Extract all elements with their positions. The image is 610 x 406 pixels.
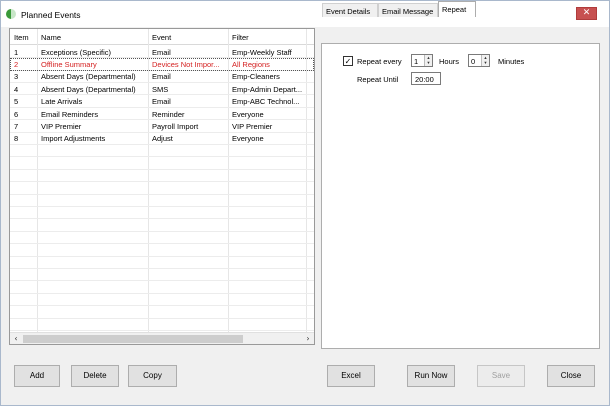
cell-filter: Emp-Admin Depart...	[232, 84, 303, 94]
cell-filter: Emp-Weekly Staff	[232, 47, 292, 57]
column-header-event[interactable]: Event	[152, 33, 171, 42]
table-row[interactable]: 4 Absent Days (Departmental) SMS Emp-Admin …	[10, 83, 314, 96]
cell-name: Exceptions (Specific)	[41, 47, 112, 57]
cell-event: Email	[152, 47, 171, 57]
hours-label: Hours	[439, 57, 460, 66]
grid-header: Item Name Event Filter	[10, 29, 314, 45]
empty-row	[10, 257, 314, 270]
empty-row	[10, 207, 314, 220]
table-row[interactable]: 2 Offline Summary Devices Not Impor... All …	[10, 58, 314, 71]
minutes-value: 0	[471, 56, 476, 66]
delete-button[interactable]: Delete	[71, 365, 119, 387]
tab-email-message[interactable]: Email Message	[378, 3, 438, 17]
empty-row	[10, 158, 314, 170]
leaf-icon	[6, 9, 16, 19]
cell-name: Email Reminders	[41, 109, 99, 119]
cell-filter: Emp-Cleaners	[232, 72, 280, 82]
table-row[interactable]: 5 Late Arrivals Email Emp-ABC Technol...	[10, 96, 314, 108]
cell-event: Reminder	[152, 109, 185, 119]
scroll-right-icon[interactable]: ›	[302, 333, 314, 344]
window-title: Planned Events	[21, 10, 81, 20]
save-button[interactable]: Save	[477, 365, 525, 387]
tab-event-details[interactable]: Event Details	[322, 3, 378, 17]
empty-row	[10, 232, 314, 245]
empty-row	[10, 182, 314, 195]
cell-filter: Everyone	[232, 134, 264, 144]
cell-event: Email	[152, 72, 171, 82]
cell-filter: Emp-ABC Technol...	[232, 97, 300, 107]
empty-row	[10, 269, 314, 282]
empty-row	[10, 244, 314, 257]
scroll-left-icon[interactable]: ‹	[10, 333, 22, 344]
hours-stepper[interactable]: 1 ▲ ▼	[411, 54, 433, 67]
repeat-until-input[interactable]: 20:00	[411, 72, 441, 85]
cell-event: Payroll Import	[152, 121, 199, 131]
cell-name: Absent Days (Departmental)	[41, 84, 136, 94]
cell-name: Late Arrivals	[41, 97, 83, 107]
empty-row	[10, 294, 314, 307]
repeat-until-label: Repeat Until	[357, 75, 399, 84]
close-button[interactable]: Close	[547, 365, 595, 387]
empty-row	[10, 319, 314, 332]
cell-item: 5	[14, 97, 19, 107]
cell-name: Import Adjustments	[41, 134, 106, 144]
column-header-item[interactable]: Item	[14, 33, 29, 42]
cell-item: 1	[14, 47, 19, 57]
cell-item: 3	[14, 72, 19, 82]
title-bar: Planned Events ✕	[1, 1, 609, 27]
cell-filter: VIP Premier	[232, 121, 273, 131]
repeat-every-label: Repeat every	[357, 57, 402, 66]
events-grid[interactable]: Item Name Event Filter 1 Exceptions (Spec…	[9, 28, 315, 345]
minutes-label: Minutes	[498, 57, 525, 66]
empty-row	[10, 220, 314, 232]
planned-events-window: Planned Events ✕ Item Name Event Filter …	[0, 0, 610, 406]
hours-value: 1	[414, 56, 419, 66]
column-header-filter[interactable]: Filter	[232, 33, 249, 42]
copy-button[interactable]: Copy	[128, 365, 177, 387]
cell-event: Adjust	[152, 134, 173, 144]
empty-row	[10, 282, 314, 294]
minutes-stepper[interactable]: 0 ▲ ▼	[468, 54, 490, 67]
horizontal-scrollbar[interactable]: ‹ ›	[10, 332, 314, 344]
cell-event: Email	[152, 97, 171, 107]
cell-item: 7	[14, 121, 19, 131]
cell-event: SMS	[152, 84, 169, 94]
close-icon[interactable]: ✕	[576, 7, 597, 20]
cell-name: Absent Days (Departmental)	[41, 72, 136, 82]
scroll-thumb[interactable]	[23, 335, 243, 343]
empty-row	[10, 195, 314, 208]
cell-item: 4	[14, 84, 19, 94]
cell-item: 2	[14, 59, 19, 69]
table-row[interactable]: 1 Exceptions (Specific) Email Emp-Weekly St…	[10, 46, 314, 59]
cell-name: Offline Summary	[41, 59, 97, 69]
cell-event: Devices Not Impor...	[152, 59, 220, 69]
repeat-tab-panel	[321, 43, 600, 349]
column-header-name[interactable]: Name	[41, 33, 61, 42]
table-row[interactable]: 3 Absent Days (Departmental) Email Emp-Clea…	[10, 71, 314, 84]
tab-repeat[interactable]: Repeat	[438, 1, 476, 17]
add-button[interactable]: Add	[14, 365, 60, 387]
empty-row	[10, 170, 314, 183]
excel-button[interactable]: Excel	[327, 365, 375, 387]
cell-item: 8	[14, 134, 19, 144]
table-row[interactable]: 8 Import Adjustments Adjust Everyone	[10, 133, 314, 146]
chevron-down-icon[interactable]: ▼	[482, 60, 489, 65]
table-row[interactable]: 6 Email Reminders Reminder Everyone	[10, 108, 314, 121]
cell-filter: Everyone	[232, 109, 264, 119]
cell-item: 6	[14, 109, 19, 119]
cell-filter: All Regions	[232, 59, 270, 69]
empty-row	[10, 306, 314, 319]
cell-name: VIP Premier	[41, 121, 82, 131]
table-row[interactable]: 7 VIP Premier Payroll Import VIP Premier	[10, 120, 314, 133]
empty-row	[10, 145, 314, 158]
chevron-down-icon[interactable]: ▼	[425, 60, 432, 65]
run-now-button[interactable]: Run Now	[407, 365, 455, 387]
repeat-checkbox[interactable]: ✓	[343, 56, 353, 66]
